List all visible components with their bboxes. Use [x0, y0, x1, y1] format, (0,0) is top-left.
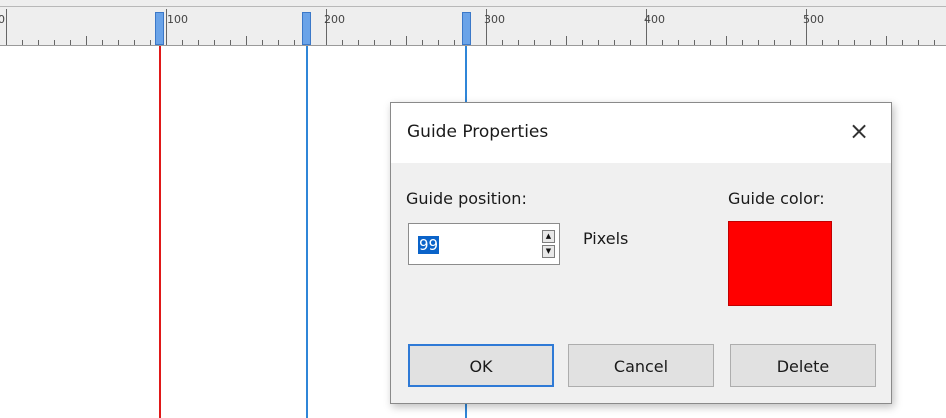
spin-up-icon[interactable]: ▲ [542, 230, 555, 243]
ruler-tick [886, 36, 887, 45]
guide-color-swatch[interactable] [728, 221, 832, 306]
close-icon[interactable]: × [845, 117, 873, 145]
ruler-label-500: 500 [803, 13, 824, 26]
ruler-label-200: 200 [324, 13, 345, 26]
guide-line-2[interactable] [306, 46, 308, 418]
ruler-tick [246, 36, 247, 45]
guide-marker-1[interactable] [155, 12, 164, 45]
ruler-top-border [0, 6, 946, 7]
ruler-label-0: 0 [0, 13, 5, 26]
guide-properties-dialog: Guide Properties × Guide position: 99 ▲ … [390, 102, 892, 404]
ruler-tick [406, 36, 407, 45]
ruler-tick [726, 36, 727, 45]
guide-marker-2[interactable] [302, 12, 311, 45]
dialog-titlebar[interactable]: Guide Properties × [391, 103, 891, 163]
guide-position-label: Guide position: [406, 189, 527, 208]
pixels-unit-label: Pixels [583, 229, 629, 248]
guide-position-spinner[interactable]: 99 ▲ ▼ [408, 223, 560, 265]
guide-line-selected[interactable] [159, 46, 161, 418]
dialog-title: Guide Properties [407, 122, 549, 142]
ruler-tick [86, 36, 87, 45]
ruler-tick [566, 36, 567, 45]
ruler-label-100: 100 [167, 13, 188, 26]
ruler-label-400: 400 [644, 13, 665, 26]
guide-color-label: Guide color: [728, 189, 825, 208]
ruler-label-300: 300 [484, 13, 505, 26]
delete-button[interactable]: Delete [730, 344, 876, 387]
ruler-tick [6, 9, 7, 45]
ok-button[interactable]: OK [408, 344, 554, 387]
spin-down-icon[interactable]: ▼ [542, 245, 555, 258]
horizontal-ruler[interactable]: 0 100 200 300 400 500 [0, 0, 946, 46]
guide-position-input[interactable]: 99 [418, 236, 440, 254]
guide-marker-3[interactable] [462, 12, 471, 45]
ruler-bottom-border [0, 45, 946, 46]
cancel-button[interactable]: Cancel [568, 344, 714, 387]
